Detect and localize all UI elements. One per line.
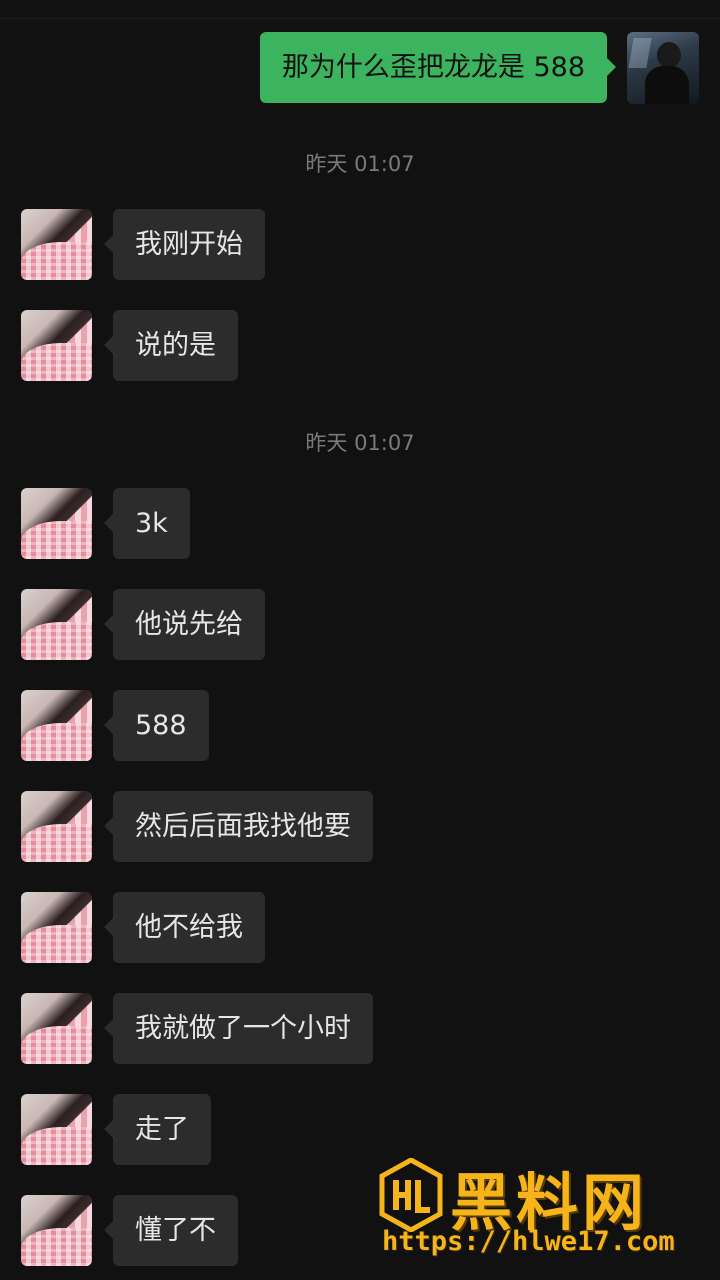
contact-avatar[interactable] (21, 993, 92, 1064)
contact-avatar[interactable] (21, 310, 92, 381)
received-message-bubble[interactable]: 走了 (104, 1094, 211, 1165)
sent-message-bubble[interactable]: 那为什么歪把龙龙是 588 (259, 32, 617, 103)
received-message-bubble[interactable]: 3k (104, 488, 190, 559)
message-timestamp: 昨天 01:07 (305, 431, 415, 455)
received-message-bubble[interactable]: 说的是 (104, 310, 238, 381)
received-message-bubble[interactable]: 然后后面我找他要 (104, 791, 373, 862)
contact-avatar[interactable] (21, 690, 92, 761)
avatar-head (657, 42, 681, 68)
received-message-bubble[interactable]: 我刚开始 (104, 209, 265, 280)
contact-avatar[interactable] (21, 209, 92, 280)
received-message-bubble[interactable]: 我就做了一个小时 (104, 993, 373, 1064)
received-message-bubble[interactable]: 他说先给 (104, 589, 265, 660)
avatar-body (645, 66, 689, 104)
watermark-url: https://hlwe17.com (382, 1226, 675, 1257)
received-message-bubble[interactable]: 588 (104, 690, 209, 761)
contact-avatar[interactable] (21, 1094, 92, 1165)
contact-avatar[interactable] (21, 791, 92, 862)
header-divider (0, 18, 720, 19)
contact-avatar[interactable] (21, 488, 92, 559)
received-message-bubble[interactable]: 他不给我 (104, 892, 265, 963)
message-timestamp: 昨天 01:07 (305, 152, 415, 176)
avatar-background (628, 38, 652, 68)
my-avatar[interactable] (627, 32, 699, 104)
received-message-bubble[interactable]: 懂了不 (104, 1195, 238, 1266)
contact-avatar[interactable] (21, 892, 92, 963)
contact-avatar[interactable] (21, 1195, 92, 1266)
watermark: 黑料网 https://hlwe17.com (378, 1152, 708, 1264)
watermark-logo-icon (379, 1158, 443, 1232)
chat-screen: 那为什么歪把龙龙是 588 昨天 01:07 我刚开始 说的是 昨天 01:07… (0, 0, 720, 1280)
contact-avatar[interactable] (21, 589, 92, 660)
